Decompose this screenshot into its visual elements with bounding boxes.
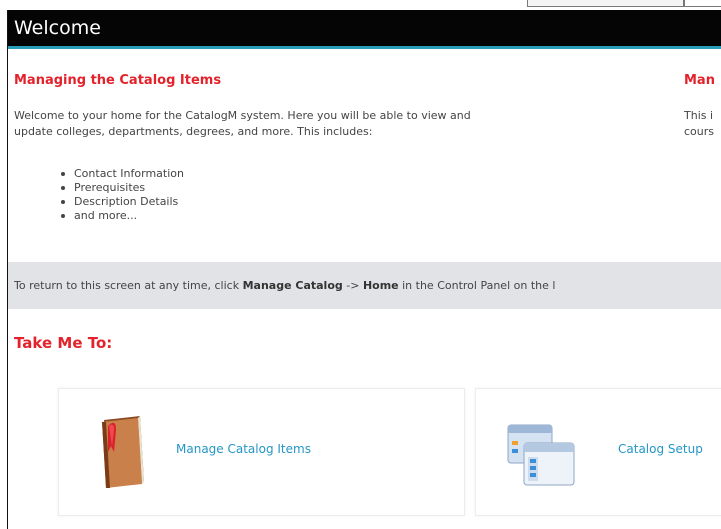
page-title: Welcome xyxy=(14,17,101,39)
note-prefix: To return to this screen at any time, cl… xyxy=(14,279,243,292)
window-settings-icon xyxy=(507,424,575,486)
list-item: Contact Information xyxy=(61,167,184,181)
card-manage-catalog-items[interactable]: Manage Catalog Items xyxy=(58,388,465,516)
top-dropdown-edge[interactable] xyxy=(684,0,721,7)
intro-text-line2: update colleges, departments, degrees, a… xyxy=(14,125,373,138)
list-item: Prerequisites xyxy=(61,181,184,195)
intro-text-line1: Welcome to your home for the CatalogM sy… xyxy=(14,109,471,122)
catalog-setup-link[interactable]: Catalog Setup xyxy=(618,442,703,456)
take-me-to-heading: Take Me To: xyxy=(14,334,113,352)
note-item: Home xyxy=(362,279,399,292)
right-text-line1: This i xyxy=(684,109,714,122)
note-menu: Manage Catalog xyxy=(242,279,343,292)
return-note: To return to this screen at any time, cl… xyxy=(8,262,721,309)
right-text-line2: cours xyxy=(684,125,715,138)
list-item: Description Details xyxy=(61,195,184,209)
note-arrow: -> xyxy=(342,279,363,292)
welcome-panel: Welcome Managing the Catalog Items Welco… xyxy=(7,10,721,529)
note-suffix: in the Control Panel on the l xyxy=(398,279,556,292)
includes-list: Contact Information Prerequisites Descri… xyxy=(61,167,184,223)
title-bar: Welcome xyxy=(8,10,721,49)
section-heading-managing: Managing the Catalog Items xyxy=(14,73,222,88)
book-icon xyxy=(102,416,144,488)
manage-catalog-items-link[interactable]: Manage Catalog Items xyxy=(176,442,311,456)
top-input-edge[interactable] xyxy=(527,0,684,7)
section-heading-right-partial: Man xyxy=(684,73,715,88)
list-item: and more... xyxy=(61,209,184,223)
card-catalog-setup[interactable]: Catalog Setup xyxy=(475,388,721,516)
